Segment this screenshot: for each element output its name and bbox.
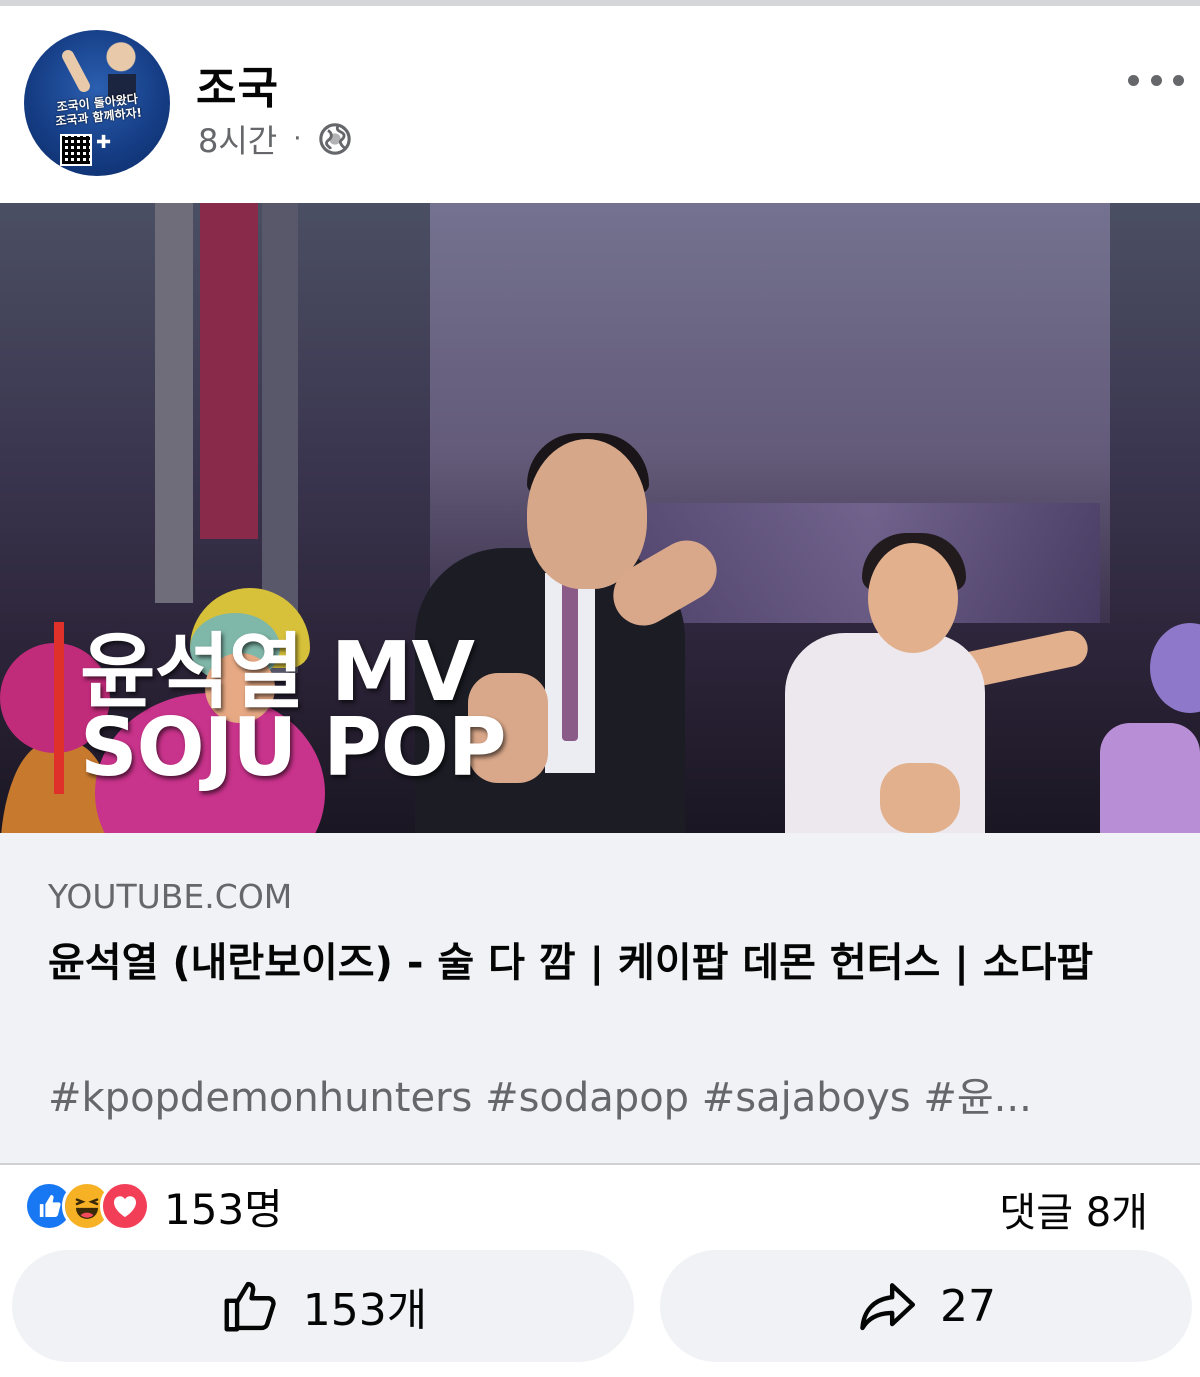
share-arrow-icon (860, 1283, 916, 1331)
thumbs-up-icon (224, 1281, 276, 1332)
reactions-summary[interactable]: 153명 (24, 1178, 283, 1234)
overlay-accent-bar (54, 622, 64, 794)
video-thumbnail[interactable]: 윤석열 MV SOJU POP (0, 203, 1200, 833)
like-button[interactable]: 153개 (12, 1250, 634, 1362)
party-logo-icon: ✚ (96, 132, 112, 153)
video-overlay-subtitle: SOJU POP (80, 701, 506, 794)
avatar-slogan: 조국이 돌아왔다 조국과 함께하자! (54, 91, 143, 129)
avatar[interactable]: 조국이 돌아왔다 조국과 함께하자! ✚ (24, 30, 170, 176)
post-time[interactable]: 8시간 (198, 116, 277, 162)
share-count: 27 (940, 1280, 996, 1332)
globe-icon[interactable] (318, 122, 352, 156)
square-banner (200, 203, 258, 539)
post-header: 조국이 돌아왔다 조국과 함께하자! ✚ 조국 8시간 · (0, 6, 1200, 202)
meta-separator: · (293, 124, 302, 154)
post-meta: 8시간 · (198, 116, 352, 162)
link-title[interactable]: 윤석열 (내란보이즈) - 술 다 깜 | 케이팝 데몬 헌터스 | 소다팝 (48, 931, 1148, 995)
like-count: 153개 (302, 1285, 428, 1336)
comments-count[interactable]: 댓글 8개 (999, 1180, 1148, 1238)
share-button[interactable]: 27 (660, 1250, 1192, 1362)
link-description: #kpopdemonhunters #sodapop #sajaboys #윤.… (48, 1075, 1032, 1121)
love-icon (100, 1181, 150, 1231)
more-options-icon[interactable] (1128, 62, 1184, 98)
reactions-count[interactable]: 153명 (164, 1176, 283, 1237)
divider (0, 1163, 1200, 1165)
author-name[interactable]: 조국 (196, 52, 279, 116)
link-preview-card[interactable]: YOUTUBE.COM 윤석열 (내란보이즈) - 술 다 깜 | 케이팝 데몬… (0, 833, 1200, 1163)
link-domain: YOUTUBE.COM (48, 877, 293, 916)
qr-code-icon (60, 134, 92, 166)
